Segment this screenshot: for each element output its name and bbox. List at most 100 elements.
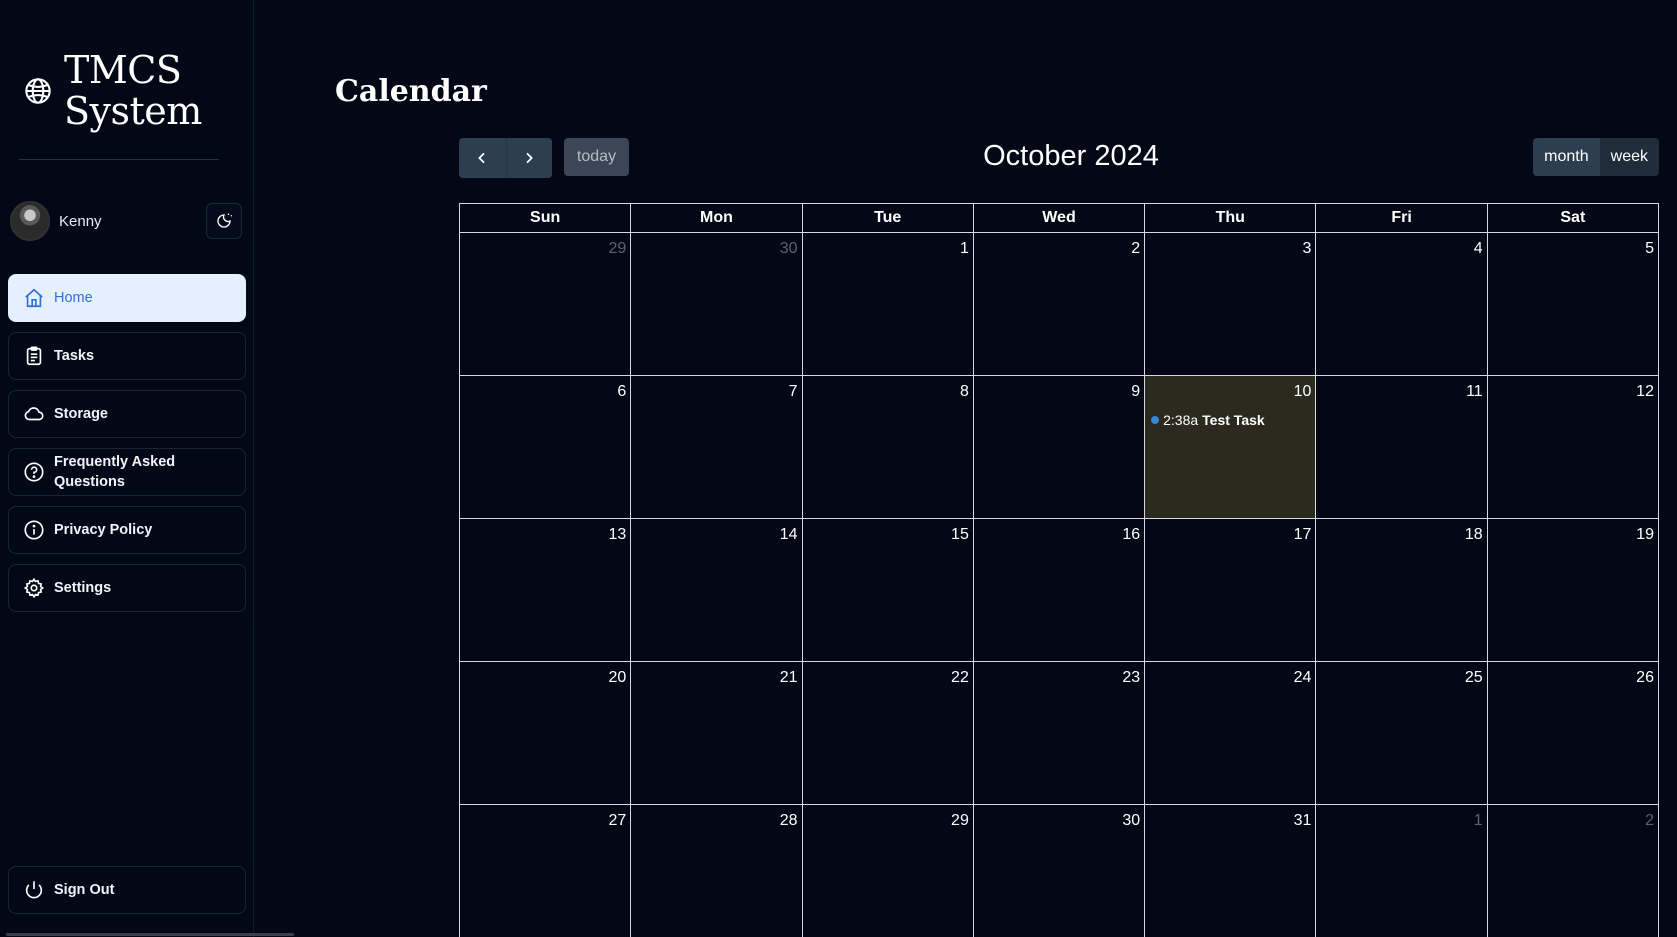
- day-cell[interactable]: 10 2:38a Test Task: [1145, 376, 1317, 519]
- week-row: 13 14 15 16 17 18 19: [460, 519, 1659, 662]
- gear-icon: [23, 577, 45, 599]
- day-cell[interactable]: 1: [1316, 805, 1488, 937]
- day-cell[interactable]: 27: [460, 805, 632, 937]
- day-number[interactable]: 1: [960, 240, 969, 258]
- day-number[interactable]: 30: [780, 240, 798, 258]
- day-number[interactable]: 31: [1294, 812, 1312, 830]
- week-row: 6 7 8 9 10 2:38a Test Task 11 12: [460, 376, 1659, 519]
- event-time: 2:38a: [1163, 412, 1199, 428]
- day-cell[interactable]: 26: [1487, 662, 1659, 805]
- day-cell[interactable]: 29: [803, 805, 974, 937]
- day-cell[interactable]: 6: [460, 376, 632, 519]
- day-number[interactable]: 15: [951, 526, 969, 544]
- day-number[interactable]: 23: [1122, 669, 1140, 687]
- day-cell[interactable]: 2: [1488, 805, 1659, 937]
- avatar[interactable]: [10, 201, 50, 241]
- day-number[interactable]: 14: [780, 526, 798, 544]
- day-cell[interactable]: 30: [974, 805, 1146, 937]
- day-cell[interactable]: 20: [460, 662, 632, 805]
- sidebar-item-storage[interactable]: Storage: [8, 390, 246, 438]
- day-cell[interactable]: 13: [460, 519, 632, 662]
- sidebar: TMCS System Kenny Home Tasks Storage Fre…: [0, 0, 254, 937]
- day-cell[interactable]: 7: [631, 376, 803, 519]
- day-number[interactable]: 12: [1636, 383, 1654, 401]
- day-number[interactable]: 28: [780, 812, 798, 830]
- day-cell[interactable]: 11: [1316, 376, 1488, 519]
- week-row: 27 28 29 30 31 1 2: [460, 805, 1659, 937]
- day-cell[interactable]: 23: [973, 662, 1146, 805]
- day-cell[interactable]: 25: [1316, 662, 1488, 805]
- day-number[interactable]: 3: [1303, 240, 1312, 258]
- sidebar-item-faq[interactable]: Frequently Asked Questions: [8, 448, 246, 496]
- sidebar-item-tasks[interactable]: Tasks: [8, 332, 246, 380]
- day-number[interactable]: 19: [1636, 526, 1654, 544]
- day-cell[interactable]: 15: [802, 519, 974, 662]
- day-number[interactable]: 29: [951, 812, 969, 830]
- next-month-button[interactable]: [505, 138, 552, 178]
- weekday-header-tue: Tue: [802, 204, 974, 233]
- day-cell[interactable]: 1: [802, 233, 974, 376]
- moon-sun-icon: [217, 213, 232, 228]
- day-number[interactable]: 5: [1645, 240, 1654, 258]
- day-number[interactable]: 20: [608, 669, 626, 687]
- day-cell[interactable]: 9: [973, 376, 1146, 519]
- day-cell[interactable]: 14: [631, 519, 803, 662]
- day-number[interactable]: 8: [960, 383, 969, 401]
- event-dot: [1151, 416, 1160, 424]
- day-cell[interactable]: 4: [1316, 233, 1488, 376]
- prev-month-button[interactable]: [459, 138, 506, 178]
- day-cell[interactable]: 18: [1316, 519, 1488, 662]
- theme-toggle-button[interactable]: [206, 203, 242, 239]
- sign-out-button[interactable]: Sign Out: [8, 866, 246, 914]
- day-number[interactable]: 9: [1131, 383, 1140, 401]
- sidebar-item-label: Storage: [54, 406, 108, 422]
- day-cell[interactable]: 31: [1145, 805, 1317, 937]
- day-cell[interactable]: 24: [1145, 662, 1317, 805]
- sidebar-item-privacy-policy[interactable]: Privacy Policy: [8, 506, 246, 554]
- day-number[interactable]: 10: [1294, 383, 1312, 401]
- day-cell[interactable]: 2: [973, 233, 1146, 376]
- day-cell[interactable]: 3: [1145, 233, 1317, 376]
- day-number[interactable]: 7: [789, 383, 798, 401]
- day-number[interactable]: 11: [1466, 383, 1483, 401]
- day-cell[interactable]: 19: [1487, 519, 1659, 662]
- day-cell[interactable]: 17: [1145, 519, 1317, 662]
- day-cell[interactable]: 16: [973, 519, 1146, 662]
- day-cell[interactable]: 12: [1487, 376, 1659, 519]
- sidebar-item-label: Privacy Policy: [54, 522, 153, 538]
- today-button[interactable]: today: [564, 138, 629, 176]
- sidebar-item-home[interactable]: Home: [8, 274, 246, 322]
- day-cell[interactable]: 21: [631, 662, 803, 805]
- day-cell[interactable]: 8: [802, 376, 974, 519]
- day-number[interactable]: 13: [608, 526, 626, 544]
- globe-icon: [25, 78, 51, 104]
- calendar-event[interactable]: 2:38a Test Task: [1151, 412, 1265, 428]
- day-number[interactable]: 2: [1131, 240, 1140, 258]
- day-number[interactable]: 30: [1122, 812, 1140, 830]
- day-number[interactable]: 26: [1636, 669, 1654, 687]
- day-cell[interactable]: 5: [1487, 233, 1659, 376]
- event-title: Test Task: [1202, 412, 1265, 428]
- day-number[interactable]: 27: [608, 812, 626, 830]
- day-number[interactable]: 25: [1465, 669, 1483, 687]
- day-number[interactable]: 6: [617, 383, 626, 401]
- day-number[interactable]: 1: [1474, 812, 1483, 830]
- day-cell[interactable]: 28: [631, 805, 803, 937]
- day-cell[interactable]: 30: [631, 233, 803, 376]
- day-number[interactable]: 18: [1465, 526, 1483, 544]
- day-cell[interactable]: 29: [460, 233, 632, 376]
- day-number[interactable]: 4: [1474, 240, 1483, 258]
- day-number[interactable]: 29: [608, 240, 626, 258]
- day-number[interactable]: 21: [780, 669, 798, 687]
- sign-out-label: Sign Out: [54, 882, 115, 898]
- day-number[interactable]: 17: [1294, 526, 1312, 544]
- sidebar-item-settings[interactable]: Settings: [8, 564, 246, 612]
- day-number[interactable]: 16: [1122, 526, 1140, 544]
- week-view-button[interactable]: week: [1599, 138, 1659, 176]
- day-number[interactable]: 22: [951, 669, 969, 687]
- day-number[interactable]: 2: [1645, 812, 1654, 830]
- day-number[interactable]: 24: [1294, 669, 1312, 687]
- horizontal-scrollbar[interactable]: [6, 933, 294, 936]
- month-view-button[interactable]: month: [1533, 138, 1600, 176]
- day-cell[interactable]: 22: [802, 662, 974, 805]
